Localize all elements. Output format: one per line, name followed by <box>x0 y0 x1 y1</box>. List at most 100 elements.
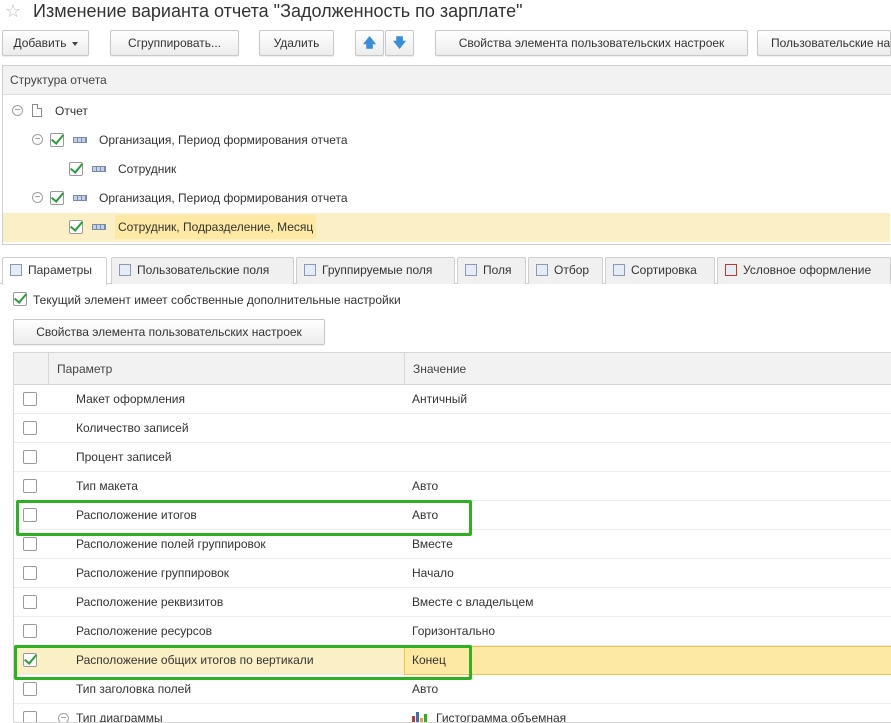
report-structure-panel: Структура отчета − Отчет − Организация, … <box>2 65 891 245</box>
value-cell-editing[interactable] <box>404 646 891 675</box>
tab-filter[interactable]: Отбор <box>528 257 603 284</box>
table-header: Параметр Значение <box>14 353 891 385</box>
tree-item-checkbox[interactable] <box>69 220 83 234</box>
user-settings-button[interactable]: Пользовательские настройки <box>757 30 891 56</box>
fields-icon <box>465 263 477 276</box>
parameter-name: Расположение группировок <box>76 566 230 580</box>
tab-parameters[interactable]: Параметры <box>2 257 107 285</box>
parameter-value[interactable]: Вместе с владельцем <box>412 588 533 617</box>
filter-icon <box>536 263 548 276</box>
own-settings-checkbox[interactable] <box>13 292 27 306</box>
collapse-icon[interactable]: − <box>32 192 43 203</box>
tab-label: Условное оформление <box>743 263 872 277</box>
move-down-button[interactable]: 🡇 <box>385 30 414 56</box>
chevron-down-icon <box>71 41 78 46</box>
tree-item-checkbox[interactable] <box>50 191 64 205</box>
tree-item-grouping[interactable]: − Организация, Период формирования отчет… <box>3 184 890 213</box>
tree-item-label: Сотрудник <box>118 162 177 176</box>
own-settings-label: Текущий элемент имеет собственные дополн… <box>33 293 401 307</box>
toolbar: Добавить Сгруппировать... Удалить 🡅 🡇 Св… <box>0 30 891 58</box>
row-checkbox[interactable] <box>23 566 37 580</box>
parameter-name: Расположение реквизитов <box>76 595 224 609</box>
table-row[interactable]: Расположение ресурсов Горизонтально <box>14 617 891 646</box>
row-checkbox[interactable] <box>23 711 37 722</box>
delete-button[interactable]: Удалить <box>259 30 334 56</box>
table-row[interactable]: Расположение группировок Начало <box>14 559 891 588</box>
row-checkbox[interactable] <box>23 479 37 493</box>
tree-item-label: Организация, Период формирования отчета <box>99 133 348 147</box>
row-checkbox[interactable] <box>23 450 37 464</box>
chart-icon <box>412 712 428 722</box>
tree-item-checkbox[interactable] <box>50 133 64 147</box>
parameter-name: Расположение ресурсов <box>76 624 212 638</box>
parameter-value[interactable]: Авто <box>412 472 438 501</box>
parameter-name: Тип макета <box>76 479 138 493</box>
grouping-icon <box>73 195 87 201</box>
tree-item-label: Сотрудник, Подразделение, Месяц <box>115 215 317 239</box>
tab-sorting[interactable]: Сортировка <box>605 257 715 284</box>
tab-label: Параметры <box>28 263 92 277</box>
table-row[interactable]: − Тип диаграммы Гистограмма объемная <box>14 704 891 723</box>
tab-label: Пользовательские поля <box>137 263 270 277</box>
grouping-icon <box>92 224 106 230</box>
element-properties-button[interactable]: Свойства элемента пользовательских настр… <box>435 30 748 56</box>
row-checkbox[interactable] <box>23 392 37 406</box>
settings-tabs: Параметры Пользовательские поля Группиру… <box>0 257 891 285</box>
tree-item-grouping-selected[interactable]: Сотрудник, Подразделение, Месяц <box>3 213 890 242</box>
group-button[interactable]: Сгруппировать... <box>110 30 239 56</box>
tab-fields[interactable]: Поля <box>457 257 526 284</box>
arrow-up-icon: 🡅 <box>362 35 377 50</box>
grouping-fields-icon <box>304 263 316 276</box>
parameter-name: Количество записей <box>76 421 189 435</box>
favorite-star-icon[interactable]: ☆ <box>5 0 21 22</box>
tab-label: Сортировка <box>631 263 697 277</box>
parameter-name: Тип диаграммы <box>76 711 163 723</box>
parameter-value[interactable]: Горизонтально <box>412 617 495 646</box>
grouping-icon <box>73 137 87 143</box>
add-button[interactable]: Добавить <box>2 30 89 56</box>
parameter-value[interactable]: Начало <box>412 559 454 588</box>
collapse-icon[interactable]: − <box>12 105 23 116</box>
sorting-icon <box>613 263 625 276</box>
tree-item-report[interactable]: − Отчет <box>3 97 890 126</box>
parameter-name: Макет оформления <box>76 392 185 406</box>
row-checkbox[interactable] <box>23 624 37 638</box>
title-bar: ☆ Изменение варианта отчета "Задолженнос… <box>0 0 891 28</box>
table-row[interactable]: Тип макета Авто <box>14 472 891 501</box>
collapse-icon[interactable]: − <box>58 713 69 722</box>
tree-item-label: Отчет <box>55 104 88 118</box>
move-up-button[interactable]: 🡅 <box>355 30 384 56</box>
structure-header: Структура отчета <box>3 66 891 95</box>
table-row[interactable]: Макет оформления Античный <box>14 385 891 414</box>
tree-item-grouping[interactable]: Сотрудник <box>3 155 890 184</box>
column-header-parameter[interactable]: Параметр <box>48 353 404 385</box>
tree-item-label: Организация, Период формирования отчета <box>99 191 348 205</box>
parameter-value[interactable]: Античный <box>412 385 467 414</box>
tab-label: Отбор <box>554 263 590 277</box>
tab-user-fields[interactable]: Пользовательские поля <box>111 257 294 284</box>
tab-label: Поля <box>483 263 512 277</box>
conditional-formatting-icon <box>725 263 737 276</box>
tab-grouping-fields[interactable]: Группируемые поля <box>296 257 455 284</box>
table-row[interactable]: Количество записей <box>14 414 891 443</box>
add-button-label: Добавить <box>13 36 67 50</box>
tab-label: Группируемые поля <box>322 263 433 277</box>
element-properties-button-2[interactable]: Свойства элемента пользовательских настр… <box>13 319 325 345</box>
window-title: Изменение варианта отчета "Задолженность… <box>33 1 523 21</box>
table-row[interactable]: Процент записей <box>14 443 891 472</box>
document-icon <box>32 104 42 117</box>
tree-item-checkbox[interactable] <box>69 162 83 176</box>
tab-conditional-formatting[interactable]: Условное оформление <box>717 257 891 284</box>
collapse-icon[interactable]: − <box>32 134 43 145</box>
row-checkbox[interactable] <box>23 421 37 435</box>
row-checkbox[interactable] <box>23 595 37 609</box>
table-row[interactable]: Расположение реквизитов Вместе с владель… <box>14 588 891 617</box>
grouping-icon <box>92 166 106 172</box>
column-header-value[interactable]: Значение <box>404 353 891 385</box>
row-checkbox[interactable] <box>23 537 37 551</box>
tree-item-grouping[interactable]: − Организация, Период формирования отчет… <box>3 126 890 155</box>
row-checkbox[interactable] <box>23 682 37 696</box>
parameter-value[interactable]: Гистограмма объемная <box>436 704 566 722</box>
arrow-down-icon: 🡇 <box>392 35 407 50</box>
parameters-icon <box>10 263 22 276</box>
